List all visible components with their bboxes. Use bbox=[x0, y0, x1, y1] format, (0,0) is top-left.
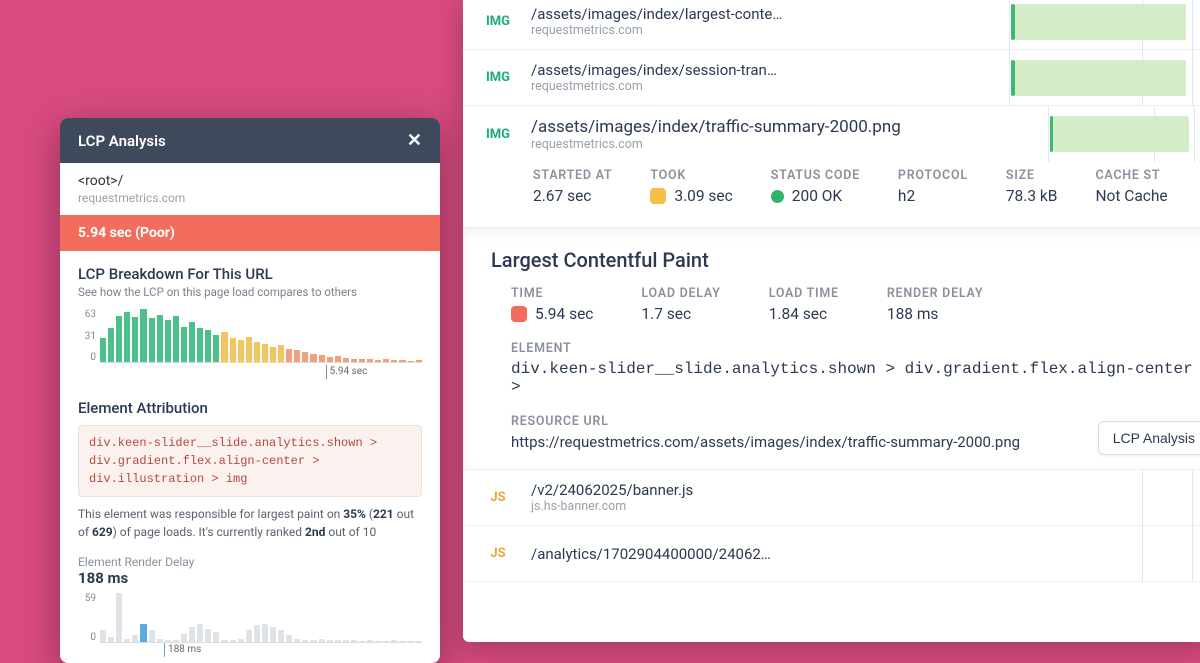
metric-label: STATUS CODE bbox=[771, 168, 860, 183]
resource-metrics: STARTED AT 2.67 sec TOOK 3.09 sec STATUS… bbox=[463, 162, 1200, 221]
metric-value: 188 ms bbox=[887, 305, 983, 323]
metric-label: LOAD DELAY bbox=[641, 286, 720, 301]
breakdown-title: LCP Breakdown For This URL bbox=[78, 265, 422, 283]
resource-path: /analytics/1702904400000/24062… bbox=[531, 545, 991, 563]
timing-bar bbox=[1005, 0, 1200, 50]
lcp-analysis-panel: LCP Analysis ✕ <root>/ requestmetrics.co… bbox=[60, 118, 440, 663]
status-color-icon bbox=[511, 306, 527, 322]
resource-type-badge: IMG bbox=[479, 14, 517, 29]
attribution-title: Element Attribution bbox=[78, 399, 422, 417]
lcp-analysis-button[interactable]: LCP Analysis bbox=[1098, 421, 1200, 455]
resource-type-badge: IMG bbox=[479, 127, 517, 142]
resource-row[interactable]: IMG /assets/images/index/session-tran… r… bbox=[463, 50, 1200, 106]
metric-value: 3.09 sec bbox=[674, 187, 732, 205]
metric-label: RENDER DELAY bbox=[887, 286, 983, 301]
metric-label: TOOK bbox=[650, 168, 732, 183]
timing-bar bbox=[1005, 470, 1200, 526]
breakdown-section: LCP Breakdown For This URL See how the L… bbox=[60, 251, 440, 385]
breakdown-subtitle: See how the LCP on this page load compar… bbox=[78, 285, 422, 299]
breadcrumb-host: requestmetrics.com bbox=[78, 191, 422, 205]
hist-bars bbox=[100, 309, 422, 363]
metric-value: 5.94 sec bbox=[535, 305, 593, 323]
metric-label: SIZE bbox=[1006, 168, 1058, 183]
hist-marker: 5.94 sec bbox=[326, 365, 368, 379]
metric-label: PROTOCOL bbox=[898, 168, 968, 183]
lcp-detail-card: Largest Contentful Paint TIME 5.94 sec L… bbox=[463, 227, 1200, 469]
lcp-score-value: 5.94 sec (Poor) bbox=[78, 225, 175, 241]
resource-row[interactable]: JS /analytics/1702904400000/24062… bbox=[463, 526, 1200, 582]
resource-host: requestmetrics.com bbox=[531, 79, 991, 94]
hist2-marker: 188 ms bbox=[164, 643, 201, 657]
hist2-bars bbox=[100, 593, 422, 643]
metric-value: 78.3 kB bbox=[1006, 187, 1058, 205]
close-icon[interactable]: ✕ bbox=[407, 130, 422, 151]
panel-title: LCP Analysis bbox=[78, 132, 166, 150]
resource-path: /v2/24062025/banner.js bbox=[531, 481, 991, 499]
hist-y-mid: 31 bbox=[78, 331, 96, 342]
render-histogram: 59 0 188 ms bbox=[78, 593, 422, 657]
status-color-icon bbox=[650, 188, 666, 204]
waterfall-panel: IMG /assets/images/index/largest-conte… … bbox=[463, 0, 1200, 642]
metric-value: 200 OK bbox=[792, 187, 842, 205]
attribution-selector: div.keen-slider__slide.analytics.shown >… bbox=[78, 425, 422, 497]
resource-type-badge: JS bbox=[479, 490, 517, 505]
timing-bar bbox=[1005, 526, 1200, 582]
resource-type-badge: JS bbox=[479, 546, 517, 561]
attribution-section: Element Attribution div.keen-slider__sli… bbox=[60, 385, 440, 663]
resource-type-badge: IMG bbox=[479, 70, 517, 85]
timing-bar bbox=[1005, 50, 1200, 106]
lcp-score-bar: 5.94 sec (Poor) bbox=[60, 215, 440, 251]
metric-value: 2.67 sec bbox=[533, 187, 612, 205]
breadcrumb-root: <root>/ bbox=[78, 173, 123, 189]
hist2-y-min: 0 bbox=[78, 632, 96, 643]
resource-url-label: RESOURCE URL bbox=[511, 414, 1200, 429]
resource-host: requestmetrics.com bbox=[531, 137, 1031, 152]
breadcrumb: <root>/ requestmetrics.com bbox=[60, 163, 440, 205]
render-delay-value: 188 ms bbox=[78, 569, 422, 587]
metric-label: CACHE ST bbox=[1095, 168, 1167, 183]
metric-value: Not Cache bbox=[1095, 187, 1167, 205]
element-label: ELEMENT bbox=[511, 341, 1200, 356]
metric-label: TIME bbox=[511, 286, 593, 301]
resource-row[interactable]: IMG /assets/images/index/largest-conte… … bbox=[463, 0, 1200, 50]
hist-y-min: 0 bbox=[78, 352, 96, 363]
metric-value: 1.84 sec bbox=[769, 305, 839, 323]
resource-url: https://requestmetrics.com/assets/images… bbox=[511, 433, 1200, 451]
lcp-histogram: 63 31 0 5.94 sec bbox=[78, 309, 422, 379]
resource-host: js.hs-banner.com bbox=[531, 499, 991, 514]
resource-path: /assets/images/index/session-tran… bbox=[531, 61, 991, 79]
metric-label: LOAD TIME bbox=[769, 286, 839, 301]
resource-path: /assets/images/index/largest-conte… bbox=[531, 5, 991, 23]
resource-path: /assets/images/index/traffic-summary-200… bbox=[531, 117, 1031, 137]
timing-bar bbox=[1045, 106, 1200, 162]
element-selector: div.keen-slider__slide.analytics.shown >… bbox=[511, 360, 1200, 396]
hist-y-max: 63 bbox=[78, 309, 96, 320]
metric-value: 1.7 sec bbox=[641, 305, 720, 323]
status-dot-icon bbox=[771, 190, 784, 203]
render-delay-label: Element Render Delay bbox=[78, 555, 422, 569]
metric-value: h2 bbox=[898, 187, 968, 205]
panel-header: LCP Analysis ✕ bbox=[60, 118, 440, 163]
resource-host: requestmetrics.com bbox=[531, 23, 991, 38]
metric-label: STARTED AT bbox=[533, 168, 612, 183]
lcp-heading: Largest Contentful Paint bbox=[491, 248, 1200, 272]
resource-row-expanded[interactable]: IMG /assets/images/index/traffic-summary… bbox=[463, 106, 1200, 470]
hist2-y-max: 59 bbox=[78, 593, 96, 604]
resource-row[interactable]: JS /v2/24062025/banner.js js.hs-banner.c… bbox=[463, 470, 1200, 526]
attribution-description: This element was responsible for largest… bbox=[78, 505, 422, 541]
